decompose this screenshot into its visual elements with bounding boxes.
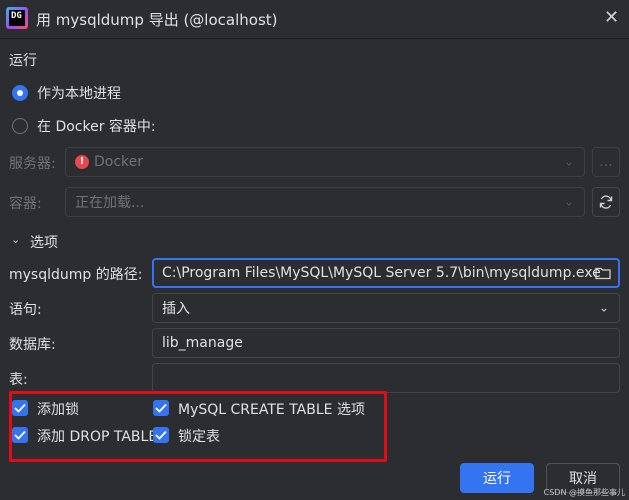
- database-label: 数据库:: [9, 337, 56, 353]
- container-select-value: 正在加载...: [75, 195, 145, 211]
- radio-local-process-label[interactable]: 作为本地进程: [37, 83, 121, 103]
- radio-docker-container[interactable]: [12, 118, 28, 134]
- chevron-down-icon[interactable]: ⌄: [11, 233, 20, 246]
- error-icon: !: [75, 155, 89, 169]
- refresh-icon: [599, 195, 613, 209]
- refresh-button[interactable]: [592, 187, 620, 217]
- statement-label: 语句:: [9, 302, 42, 318]
- highlight-annotation-box: [9, 391, 387, 462]
- run-button[interactable]: 运行: [460, 463, 534, 493]
- container-label: 容器:: [9, 196, 42, 212]
- database-input-value: lib_manage: [162, 335, 243, 351]
- mysqldump-path-label: mysqldump 的路径:: [9, 267, 143, 283]
- server-select-value: Docker: [94, 154, 144, 170]
- statement-select-value: 插入: [162, 301, 190, 317]
- title-divider: [0, 38, 629, 39]
- radio-local-process[interactable]: [12, 85, 28, 101]
- close-icon[interactable]: ✕: [604, 7, 619, 28]
- mysqldump-path-value: C:\Program Files\MySQL\MySQL Server 5.7\…: [162, 265, 601, 281]
- radio-docker-container-label[interactable]: 在 Docker 容器中:: [37, 116, 156, 136]
- mysqldump-path-input[interactable]: C:\Program Files\MySQL\MySQL Server 5.7\…: [152, 258, 620, 288]
- datagrip-app-icon: DG: [6, 7, 28, 29]
- watermark-text: CSDN @摸鱼那些事儿: [543, 488, 625, 497]
- window-title: 用 mysqldump 导出 (@localhost): [36, 11, 278, 29]
- folder-icon[interactable]: [595, 266, 611, 280]
- chevron-down-icon: ⌄: [563, 154, 574, 169]
- server-label: 服务器:: [9, 156, 56, 172]
- statement-select[interactable]: 插入 ⌄: [152, 293, 620, 323]
- tables-label: 表:: [9, 372, 28, 388]
- options-section-label[interactable]: 选项: [30, 232, 58, 252]
- container-select[interactable]: 正在加载... ⌄: [65, 187, 585, 217]
- server-browse-button[interactable]: ...: [592, 147, 620, 177]
- database-input[interactable]: lib_manage: [152, 328, 620, 358]
- server-select[interactable]: ! Docker ⌄: [65, 147, 585, 177]
- tables-input[interactable]: [152, 363, 620, 393]
- chevron-down-icon: ⌄: [598, 300, 609, 315]
- chevron-down-icon: ⌄: [563, 194, 574, 209]
- run-section-label: 运行: [9, 53, 37, 69]
